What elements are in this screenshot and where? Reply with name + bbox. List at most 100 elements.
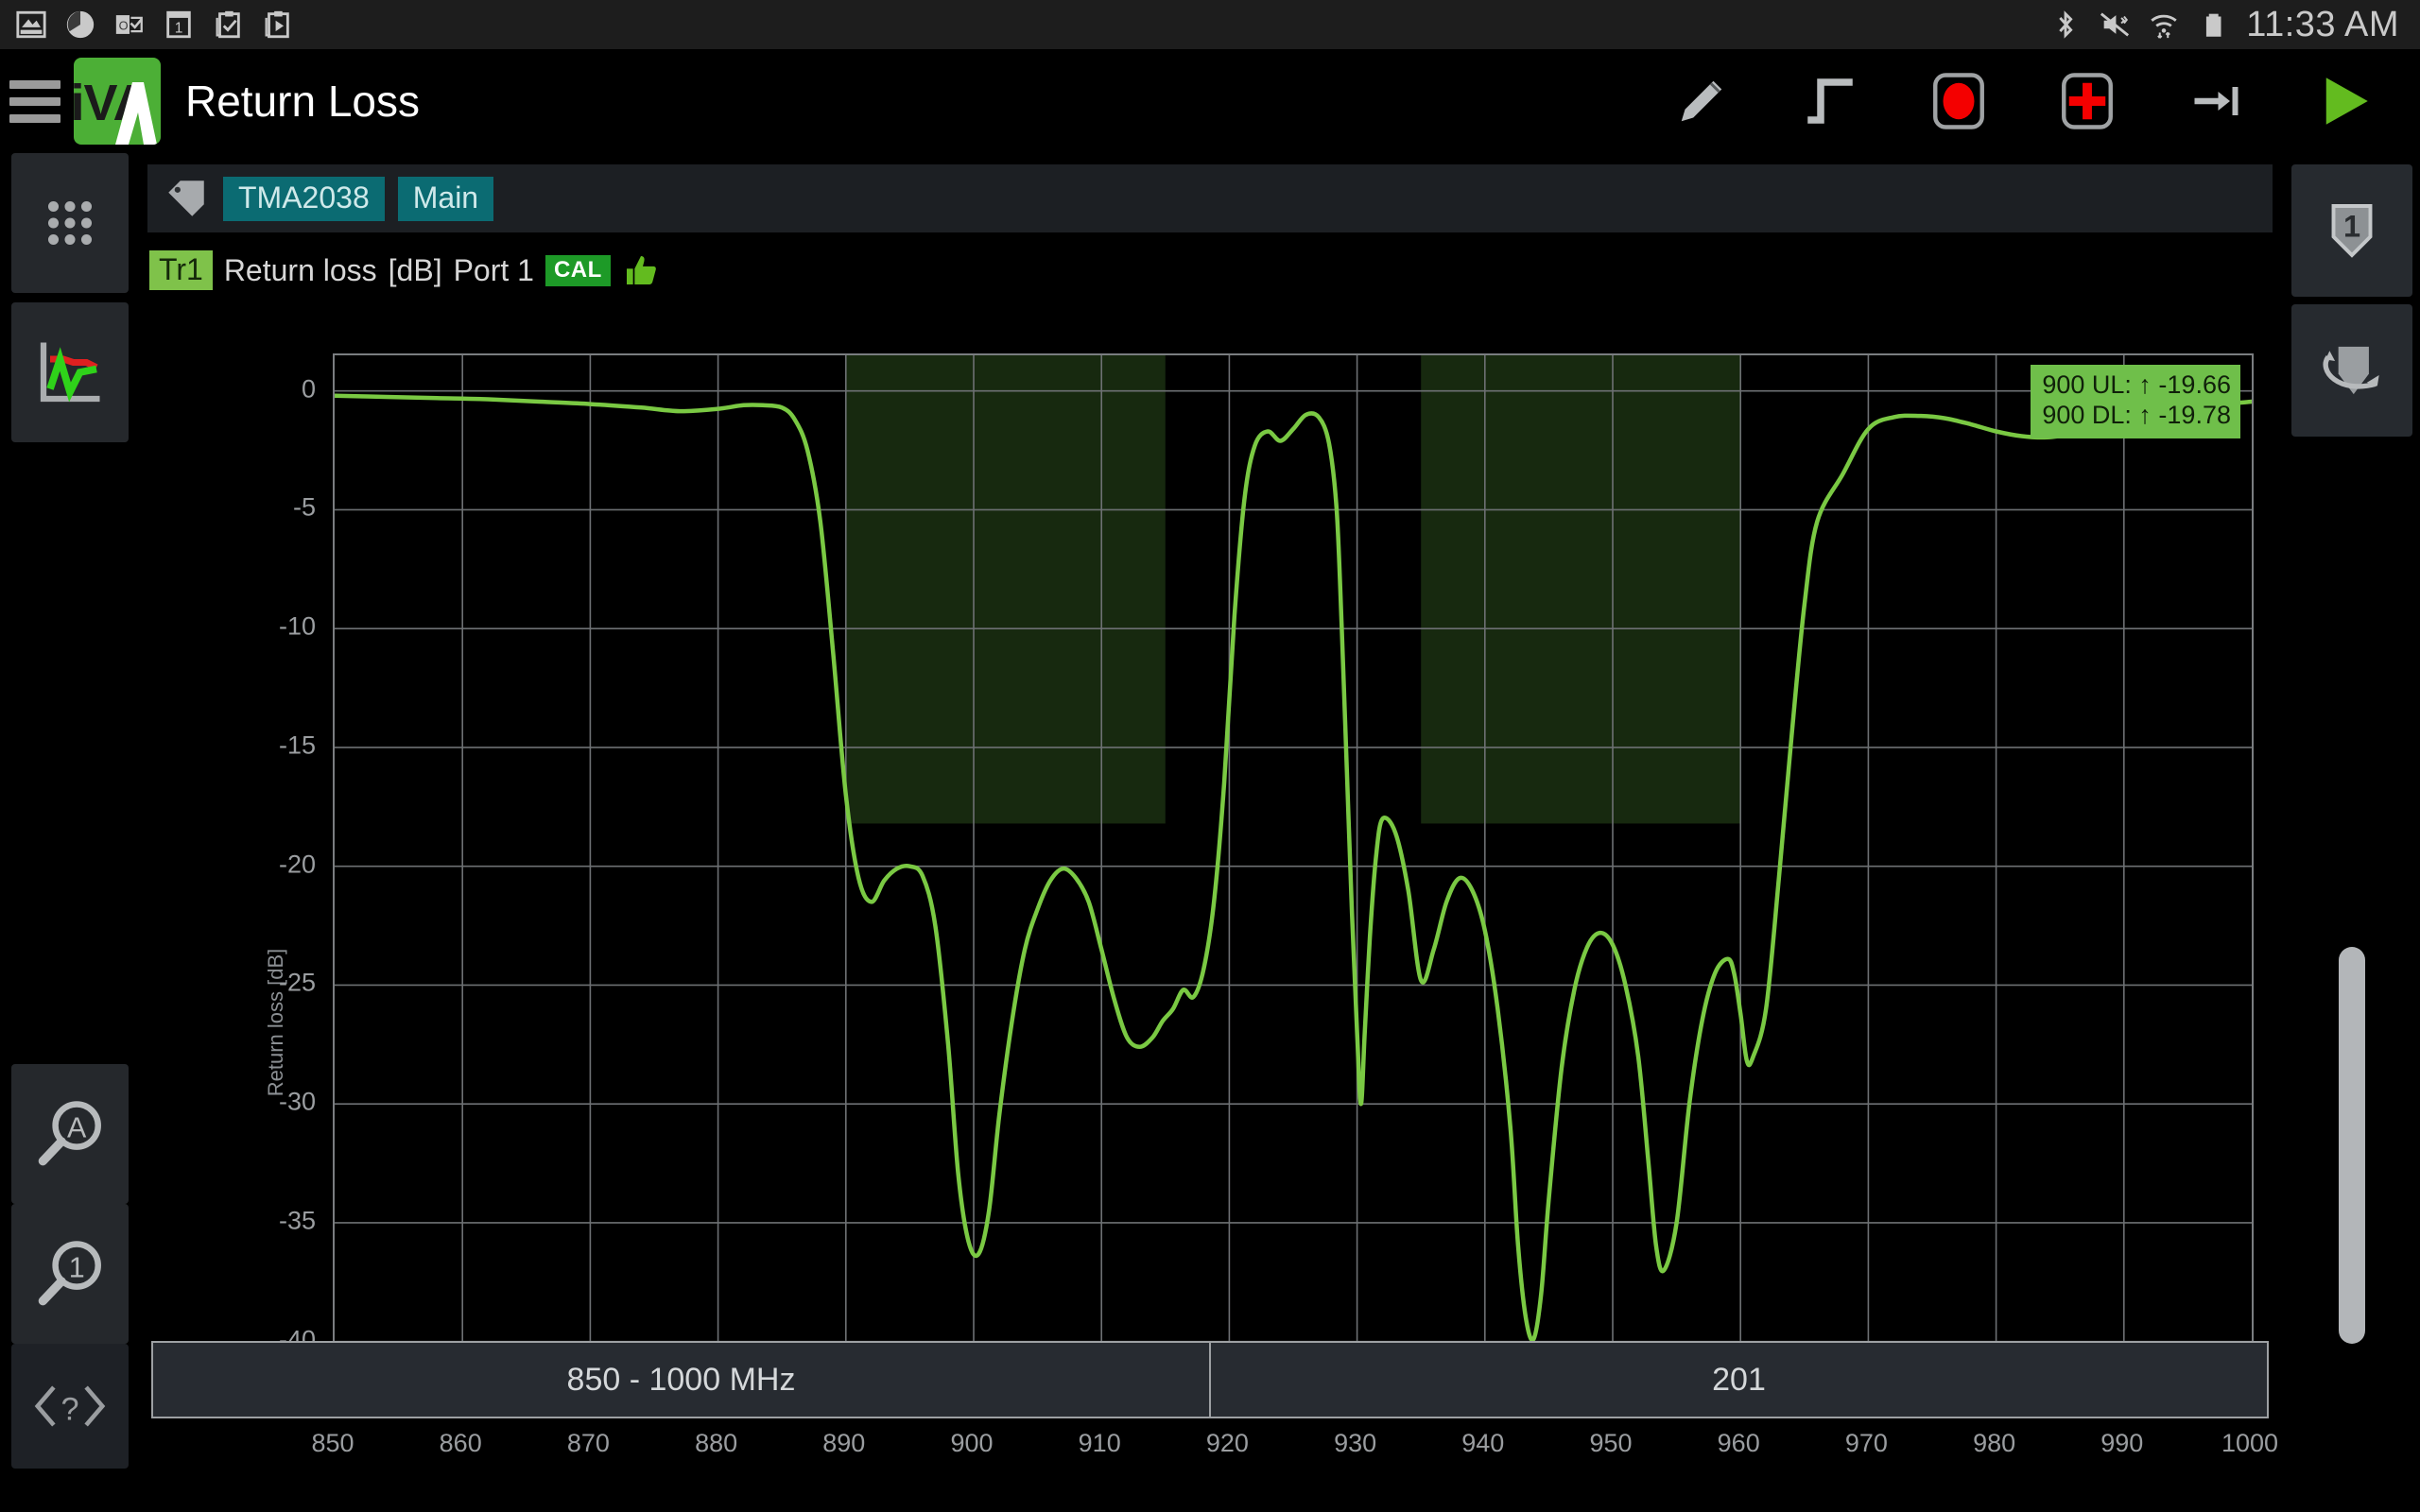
status-clock: 11:33 AM bbox=[2246, 5, 2399, 44]
help-code-icon: ? bbox=[34, 1385, 106, 1427]
x-tick-label: 880 bbox=[695, 1429, 738, 1457]
pie-chart-icon bbox=[66, 10, 95, 39]
svg-text:1: 1 bbox=[69, 1252, 85, 1284]
autoscale-all-icon: A bbox=[38, 1101, 101, 1166]
battery-icon bbox=[2206, 13, 2221, 37]
image-icon bbox=[16, 10, 46, 39]
edit-pencil-icon[interactable] bbox=[1668, 67, 1736, 135]
x-tick-label: 990 bbox=[2100, 1429, 2144, 1457]
sweep-settings-bar: 850 - 1000 MHz 201 bbox=[151, 1341, 2269, 1418]
limit-line-icon[interactable] bbox=[1796, 67, 1864, 135]
y-tick-label: -35 bbox=[278, 1206, 316, 1235]
status-notification-icons: O 1 bbox=[0, 9, 293, 41]
app-bar: iVA Return Loss bbox=[0, 49, 2420, 153]
thumbs-up-icon bbox=[626, 256, 656, 284]
calendar-one-icon: 1 bbox=[166, 10, 191, 39]
hamburger-menu-icon[interactable] bbox=[9, 79, 60, 123]
outlook-icon: O bbox=[115, 15, 143, 34]
trace-line bbox=[335, 396, 2252, 1340]
trace-badge[interactable]: Tr1 bbox=[149, 250, 213, 290]
y-tick-label: -25 bbox=[278, 968, 316, 997]
y-tick-label: -20 bbox=[278, 850, 316, 879]
x-tick-label: 900 bbox=[950, 1429, 994, 1457]
x-tick-label: 960 bbox=[1717, 1429, 1760, 1457]
marker-readout-line-ul: 900 UL: ↑ -19.66 bbox=[2042, 370, 2231, 399]
trace-title: Return loss bbox=[223, 252, 377, 287]
sidebar-item-autoscale-all[interactable]: A bbox=[11, 1064, 129, 1204]
x-axis-ticks: 850 860 870 880 890 900 910 920 930 940 950 960 970 9… bbox=[136, 1429, 2284, 1472]
page-title: Return Loss bbox=[185, 77, 421, 126]
clipboard-play-icon bbox=[265, 10, 289, 39]
apps-grid-icon bbox=[47, 200, 93, 246]
trace-plot bbox=[335, 355, 2252, 1389]
chart-area: Return loss [dB] 0 -5 -10 -15 -20 -25 -30 -35 -4… bbox=[136, 304, 2284, 1512]
x-tick-label: 970 bbox=[1844, 1429, 1888, 1457]
marker-search-button[interactable] bbox=[2291, 304, 2412, 437]
vertical-scrollbar[interactable] bbox=[2331, 937, 2373, 1353]
app-bar-actions bbox=[1668, 67, 2420, 135]
y-tick-label: -15 bbox=[278, 730, 316, 760]
status-system-icons: 11:33 AM bbox=[2049, 7, 2420, 43]
x-tick-label: 890 bbox=[822, 1429, 866, 1457]
plot-canvas[interactable]: 900 UL: ↑ -19.66 900 DL: ↑ -19.78 bbox=[333, 353, 2254, 1391]
marker-search-icon bbox=[2323, 346, 2379, 395]
trace-header: Tr1 Return loss [dB] Port 1 CAL bbox=[149, 244, 660, 297]
clipboard-check-icon bbox=[216, 10, 240, 39]
svg-text:O: O bbox=[119, 19, 129, 33]
left-toolbar: A 1 ? bbox=[0, 153, 136, 1512]
x-tick-label: 940 bbox=[1461, 1429, 1505, 1457]
y-tick-label: 0 bbox=[301, 374, 316, 404]
main-content: TMA2038 Main Tr1 Return loss [dB] Port 1… bbox=[136, 153, 2284, 1512]
x-tick-label: 860 bbox=[439, 1429, 482, 1457]
app-logo[interactable]: iVA bbox=[74, 58, 161, 145]
tag-chip-main[interactable]: Main bbox=[397, 176, 494, 221]
x-tick-label: 850 bbox=[311, 1429, 354, 1457]
sidebar-item-apps[interactable] bbox=[11, 153, 129, 293]
status-badge: CAL bbox=[544, 254, 611, 286]
x-tick-label: 930 bbox=[1334, 1429, 1377, 1457]
marker-readout[interactable]: 900 UL: ↑ -19.66 900 DL: ↑ -19.78 bbox=[2031, 365, 2240, 438]
trace-port: Port 1 bbox=[453, 252, 534, 287]
marker-1-flag-icon: 1 bbox=[2331, 204, 2373, 258]
record-icon[interactable] bbox=[1925, 67, 1993, 135]
trace-unit: [dB] bbox=[388, 252, 442, 287]
x-tick-label: 1000 bbox=[2221, 1429, 2279, 1457]
y-tick-label: -10 bbox=[278, 611, 316, 641]
x-tick-label: 920 bbox=[1205, 1429, 1249, 1457]
tag-chip-device[interactable]: TMA2038 bbox=[223, 176, 385, 221]
bluetooth-icon bbox=[2059, 10, 2073, 39]
y-axis-ticks: 0 -5 -10 -15 -20 -25 -30 -35 -40 bbox=[136, 304, 333, 1419]
svg-text:1: 1 bbox=[175, 21, 183, 37]
marker-1-button[interactable]: 1 bbox=[2291, 164, 2412, 297]
sidebar-item-help[interactable]: ? bbox=[11, 1344, 129, 1469]
run-play-icon[interactable] bbox=[2310, 67, 2378, 135]
downlink-band bbox=[1421, 355, 1741, 824]
y-tick-label: -30 bbox=[278, 1087, 316, 1116]
svg-text:1: 1 bbox=[2343, 210, 2360, 244]
android-status-bar: O 1 11:33 AM bbox=[0, 0, 2420, 49]
wifi-data-icon bbox=[2151, 14, 2177, 39]
autoscale-trace1-icon: 1 bbox=[38, 1241, 101, 1306]
logo-lambda-icon bbox=[115, 82, 157, 145]
frequency-range-button[interactable]: 850 - 1000 MHz bbox=[151, 1341, 1211, 1418]
mute-vibrate-icon bbox=[2100, 12, 2130, 37]
add-marker-icon[interactable] bbox=[2053, 67, 2121, 135]
uplink-band bbox=[845, 355, 1166, 824]
sidebar-item-autoscale-trace1[interactable]: 1 bbox=[11, 1204, 129, 1344]
vertical-scrollbar-thumb[interactable] bbox=[2339, 947, 2365, 1344]
trace-chart-icon bbox=[40, 342, 100, 403]
marker-readout-line-dl: 900 DL: ↑ -19.78 bbox=[2042, 400, 2231, 429]
single-sweep-icon[interactable] bbox=[2182, 67, 2250, 135]
points-button[interactable]: 201 bbox=[1211, 1341, 2269, 1418]
tag-icon bbox=[168, 180, 204, 216]
svg-text:A: A bbox=[67, 1112, 87, 1144]
y-tick-label: -5 bbox=[292, 492, 316, 522]
x-tick-label: 950 bbox=[1589, 1429, 1633, 1457]
x-tick-label: 980 bbox=[1973, 1429, 2016, 1457]
right-toolbar: 1 bbox=[2284, 153, 2420, 1512]
x-tick-label: 910 bbox=[1078, 1429, 1121, 1457]
x-tick-label: 870 bbox=[566, 1429, 610, 1457]
svg-text:?: ? bbox=[60, 1391, 78, 1427]
sidebar-item-traces[interactable] bbox=[11, 302, 129, 442]
tag-bar: TMA2038 Main bbox=[147, 164, 2273, 232]
